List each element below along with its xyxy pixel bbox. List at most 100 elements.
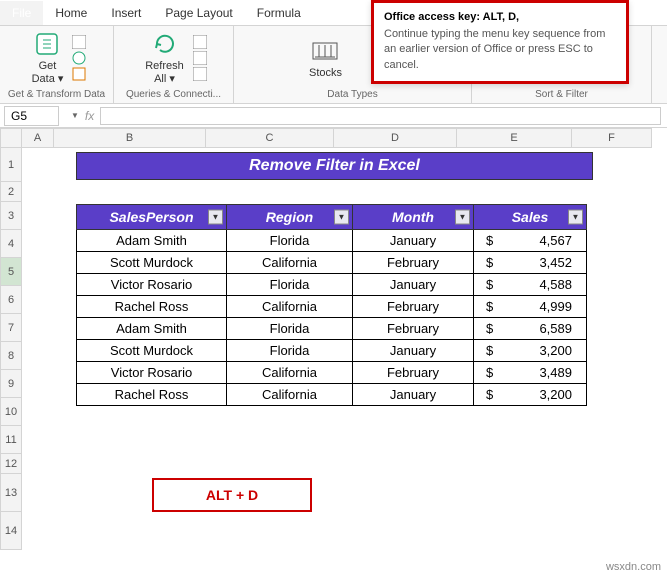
tab-file[interactable]: File — [0, 1, 43, 25]
filter-btn-salesperson[interactable]: ▼ — [208, 210, 223, 225]
tab-home[interactable]: Home — [43, 1, 99, 25]
cell-salesperson[interactable]: Victor Rosario — [77, 362, 227, 384]
from-web-icon[interactable] — [72, 51, 86, 65]
row-header-7[interactable]: 7 — [0, 314, 22, 342]
cell-salesperson[interactable]: Adam Smith — [77, 318, 227, 340]
col-header-f[interactable]: F — [572, 128, 652, 148]
access-key-tooltip: Office access key: ALT, D, Continue typi… — [371, 0, 629, 84]
cell-month[interactable]: January — [353, 274, 474, 296]
cell-month[interactable]: February — [353, 296, 474, 318]
queries-icon[interactable] — [193, 35, 207, 49]
cell-region[interactable]: California — [227, 384, 353, 406]
cell-sales[interactable]: $4,999 — [474, 296, 587, 318]
refresh-icon — [151, 30, 179, 58]
col-month: Month ▼ — [353, 205, 474, 230]
table-row: Adam SmithFloridaJanuary$4,567 — [77, 230, 587, 252]
formula-bar-row: ▼ fx — [0, 104, 667, 128]
table-row: Rachel RossCaliforniaJanuary$3,200 — [77, 384, 587, 406]
small-dataicons — [72, 35, 86, 81]
filter-btn-sales[interactable]: ▼ — [568, 210, 583, 225]
tab-insert[interactable]: Insert — [99, 1, 153, 25]
properties-icon[interactable] — [193, 51, 207, 65]
col-salesperson-label: SalesPerson — [109, 209, 193, 225]
refresh-all-button[interactable]: Refresh All ▾ — [140, 28, 189, 86]
cell-region[interactable]: California — [227, 296, 353, 318]
cell-region[interactable]: Florida — [227, 274, 353, 296]
cell-salesperson[interactable]: Adam Smith — [77, 230, 227, 252]
get-data-button[interactable]: Get Data ▾ — [27, 28, 69, 86]
cell-region[interactable]: Florida — [227, 230, 353, 252]
group-data-types-label: Data Types — [240, 87, 465, 103]
cell-salesperson[interactable]: Rachel Ross — [77, 296, 227, 318]
cell-month[interactable]: January — [353, 340, 474, 362]
tooltip-body: Continue typing the menu key sequence fr… — [384, 27, 616, 73]
row-header-4[interactable]: 4 — [0, 230, 22, 258]
row-header-10[interactable]: 10 — [0, 398, 22, 426]
cell-month[interactable]: February — [353, 362, 474, 384]
group-queries-label: Queries & Connecti... — [120, 87, 227, 103]
filter-btn-region[interactable]: ▼ — [334, 210, 349, 225]
tab-page-layout[interactable]: Page Layout — [153, 1, 244, 25]
row-header-11[interactable]: 11 — [0, 426, 22, 454]
fx-icon[interactable]: fx — [85, 109, 94, 123]
cell-sales[interactable]: $3,452 — [474, 252, 587, 274]
row-header-5[interactable]: 5 — [0, 258, 22, 286]
watermark: wsxdn.com — [606, 561, 661, 573]
col-region: Region ▼ — [227, 205, 353, 230]
select-all-corner[interactable] — [0, 128, 22, 148]
sheet-title-banner: Remove Filter in Excel — [76, 152, 593, 180]
cell-sales[interactable]: $3,200 — [474, 384, 587, 406]
name-dropdown-icon[interactable]: ▼ — [71, 111, 79, 120]
row-header-13[interactable]: 13 — [0, 474, 22, 512]
table-row: Victor RosarioFloridaJanuary$4,588 — [77, 274, 587, 296]
cell-salesperson[interactable]: Rachel Ross — [77, 384, 227, 406]
cell-region[interactable]: Florida — [227, 318, 353, 340]
cell-month[interactable]: February — [353, 318, 474, 340]
col-region-label: Region — [266, 209, 313, 225]
tab-formulas[interactable]: Formula — [245, 1, 313, 25]
cell-region[interactable]: California — [227, 252, 353, 274]
edit-links-icon[interactable] — [193, 67, 207, 81]
col-header-e[interactable]: E — [457, 128, 572, 148]
row-header-1[interactable]: 1 — [0, 148, 22, 182]
cell-sales[interactable]: $3,489 — [474, 362, 587, 384]
name-box[interactable] — [4, 106, 59, 126]
group-get-transform-label: Get & Transform Data — [6, 87, 107, 103]
cell-region[interactable]: California — [227, 362, 353, 384]
table-row: Scott MurdockFloridaJanuary$3,200 — [77, 340, 587, 362]
data-table: SalesPerson ▼ Region ▼ Month ▼ Sales — [76, 204, 587, 406]
col-sales-label: Sales — [512, 209, 549, 225]
table-row: Rachel RossCaliforniaFebruary$4,999 — [77, 296, 587, 318]
cell-month[interactable]: January — [353, 230, 474, 252]
col-month-label: Month — [392, 209, 434, 225]
col-header-c[interactable]: C — [206, 128, 334, 148]
stocks-button[interactable]: Stocks — [304, 35, 347, 81]
from-text-icon[interactable] — [72, 35, 86, 49]
col-header-a[interactable]: A — [22, 128, 54, 148]
row-header-2[interactable]: 2 — [0, 182, 22, 202]
row-header-8[interactable]: 8 — [0, 342, 22, 370]
cell-salesperson[interactable]: Scott Murdock — [77, 340, 227, 362]
from-table-icon[interactable] — [72, 67, 86, 81]
filter-btn-month[interactable]: ▼ — [455, 210, 470, 225]
cell-month[interactable]: February — [353, 252, 474, 274]
row-header-12[interactable]: 12 — [0, 454, 22, 474]
row-header-14[interactable]: 14 — [0, 512, 22, 550]
cell-region[interactable]: Florida — [227, 340, 353, 362]
row-header-3[interactable]: 3 — [0, 202, 22, 230]
cell-sales[interactable]: $4,567 — [474, 230, 587, 252]
col-header-d[interactable]: D — [334, 128, 457, 148]
formula-bar[interactable] — [100, 107, 661, 125]
col-header-b[interactable]: B — [54, 128, 206, 148]
cell-salesperson[interactable]: Scott Murdock — [77, 252, 227, 274]
cell-sales[interactable]: $4,588 — [474, 274, 587, 296]
cell-sales[interactable]: $6,589 — [474, 318, 587, 340]
row-header-6[interactable]: 6 — [0, 286, 22, 314]
cell-salesperson[interactable]: Victor Rosario — [77, 274, 227, 296]
cell-sales[interactable]: $3,200 — [474, 340, 587, 362]
table-row: Victor RosarioCaliforniaFebruary$3,489 — [77, 362, 587, 384]
cell-month[interactable]: January — [353, 384, 474, 406]
row-header-9[interactable]: 9 — [0, 370, 22, 398]
col-sales: Sales ▼ — [474, 205, 587, 230]
get-data-icon — [33, 30, 61, 58]
